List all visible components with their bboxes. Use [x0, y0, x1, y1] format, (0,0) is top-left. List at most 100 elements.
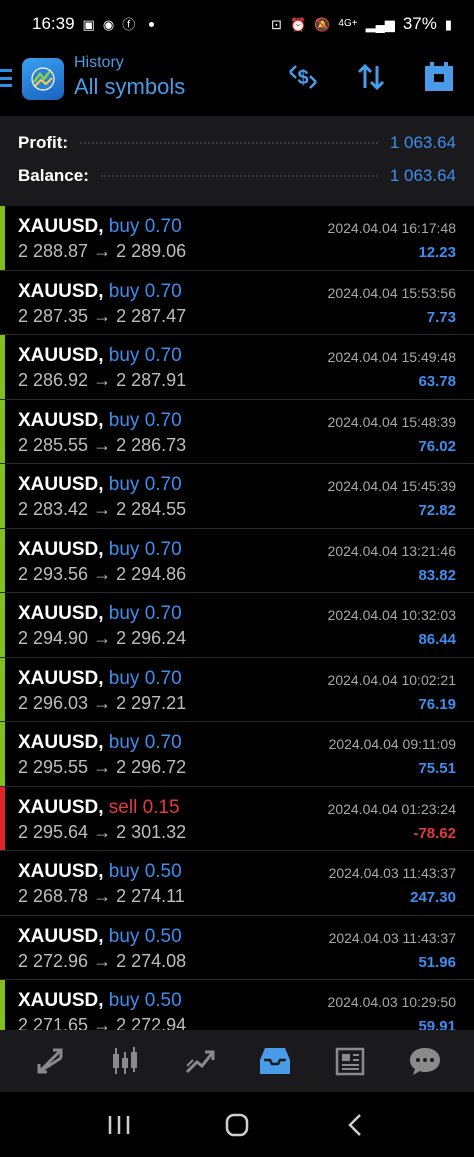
trade-row[interactable]: XAUUSD, buy 0.50 2 271.65 → 2 272.94 2024.…: [0, 980, 474, 1030]
trade-profit: 59.91: [418, 1018, 456, 1030]
trade-profit: 86.44: [418, 631, 456, 648]
trade-icon[interactable]: [180, 1041, 220, 1081]
trade-prices: 2 271.65 → 2 272.94: [18, 1015, 187, 1030]
trade-row[interactable]: XAUUSD, buy 0.70 2 283.42 → 2 284.55 2024.…: [0, 464, 474, 529]
balance-label: Balance:: [18, 166, 89, 185]
header-titles: History All symbols: [74, 54, 185, 100]
trade-time: 2024.04.03 11:43:37: [328, 865, 456, 881]
svg-text:$: $: [297, 67, 308, 89]
trade-prices: 2 286.92 → 2 287.91: [18, 370, 187, 390]
trade-row[interactable]: XAUUSD, buy 0.50 2 268.78 → 2 274.11 2024.…: [0, 851, 474, 916]
trade-symbol-text: XAUUSD,: [18, 990, 104, 1011]
trade-symbol-text: XAUUSD,: [18, 603, 104, 624]
trade-symbol: XAUUSD, buy 0.70: [18, 539, 182, 561]
trade-time: 2024.04.03 11:43:37: [328, 929, 456, 946]
trade-side-marker: [0, 399, 5, 463]
trade-prices: 2 296.03 → 2 297.21: [18, 692, 187, 713]
trade-row[interactable]: XAUUSD, buy 0.70 2 293.56 → 2 294.86 2024.…: [0, 528, 474, 593]
profit-label: Profit:: [18, 133, 69, 152]
chart-icon[interactable]: [105, 1041, 145, 1081]
trade-profit: 51.96: [418, 953, 456, 971]
trade-row[interactable]: XAUUSD, buy 0.70 2 285.55 → 2 286.73 2024.…: [0, 399, 474, 464]
trade-symbol: XAUUSD, buy 0.50: [18, 926, 182, 948]
history-icon[interactable]: [255, 1041, 295, 1081]
trade-history-list[interactable]: XAUUSD, buy 0.70 2 288.87 → 2 289.06 2024.…: [0, 206, 474, 1030]
trade-symbol: XAUUSD, buy 0.70: [18, 216, 182, 238]
trade-prices: 2 293.56 → 2 294.86: [18, 563, 187, 584]
trade-side-marker: [0, 916, 5, 980]
metatrader-logo-icon[interactable]: [22, 58, 64, 100]
trade-symbol-text: XAUUSD,: [18, 216, 104, 237]
trade-side-marker: [0, 593, 5, 657]
trade-symbol-text: XAUUSD,: [18, 474, 104, 495]
status-bar: 16:39 ▣ ◉ ⓕ ⊡ ⏰ 🔕 4G+ ▂▄▆ 37% ▮: [0, 0, 474, 48]
sort-icon[interactable]: [354, 60, 388, 94]
trade-symbol: XAUUSD, buy 0.70: [18, 603, 182, 625]
battery-icon: ▮: [444, 16, 452, 32]
trade-symbol-text: XAUUSD,: [18, 538, 104, 560]
trade-direction: buy 0.70: [108, 732, 182, 753]
calendar-icon[interactable]: [422, 60, 456, 94]
back-icon[interactable]: [335, 1105, 375, 1145]
trade-direction: buy 0.70: [108, 667, 182, 689]
news-icon[interactable]: [330, 1041, 370, 1081]
trade-row[interactable]: XAUUSD, buy 0.70 2 287.35 → 2 287.47 2024.…: [0, 270, 474, 335]
trade-direction: buy 0.50: [108, 925, 182, 947]
chat-icon[interactable]: [405, 1041, 445, 1081]
trade-side-marker: [0, 786, 5, 850]
trade-profit: 76.02: [418, 437, 456, 455]
trade-time: 2024.04.03 10:29:50: [327, 994, 456, 1010]
trade-direction: buy 0.70: [108, 474, 182, 495]
trade-row[interactable]: XAUUSD, buy 0.50 2 272.96 → 2 274.08 2024.…: [0, 915, 474, 980]
trade-direction: buy 0.50: [108, 861, 182, 882]
trade-prices: 2 268.78 → 2 274.11: [18, 886, 185, 906]
trade-side-marker: [0, 722, 5, 786]
trade-symbol-text: XAUUSD,: [18, 345, 104, 366]
trade-prices: 2 272.96 → 2 274.08: [18, 950, 187, 971]
trade-time: 2024.04.04 09:11:09: [328, 736, 456, 752]
alarm-icon: ⏰: [290, 16, 307, 32]
facebook-icon: ⓕ: [122, 16, 136, 32]
trade-time: 2024.04.04 15:45:39: [327, 478, 456, 494]
mute-icon: 🔕: [314, 16, 331, 32]
trade-side-marker: [0, 464, 5, 528]
trade-direction: sell 0.15: [108, 796, 180, 818]
trade-row[interactable]: XAUUSD, buy 0.70 2 296.03 → 2 297.21 2024.…: [0, 657, 474, 722]
trade-time: 2024.04.04 13:21:46: [327, 542, 456, 559]
trade-symbol-text: XAUUSD,: [18, 409, 104, 431]
profit-row: Profit: 1 063.64: [18, 130, 456, 156]
currency-exchange-icon[interactable]: $: [286, 60, 320, 94]
bottom-tab-bar: [0, 1030, 474, 1092]
trade-symbol: XAUUSD, buy 0.70: [18, 281, 182, 303]
trade-row[interactable]: XAUUSD, buy 0.70 2 295.55 → 2 296.72 2024.…: [0, 722, 474, 787]
trade-row[interactable]: XAUUSD, buy 0.70 2 286.92 → 2 287.91 2024.…: [0, 335, 474, 400]
trade-symbol: XAUUSD, sell 0.15: [18, 797, 180, 819]
trade-profit: 83.82: [418, 566, 456, 584]
trade-profit: -78.62: [413, 824, 456, 842]
trade-time: 2024.04.04 15:48:39: [327, 413, 456, 430]
recent-apps-icon[interactable]: [99, 1105, 139, 1145]
trade-prices: 2 285.55 → 2 286.73: [18, 434, 187, 455]
trade-symbol-text: XAUUSD,: [18, 861, 104, 882]
quotes-icon[interactable]: [30, 1041, 70, 1081]
trade-row[interactable]: XAUUSD, buy 0.70 2 288.87 → 2 289.06 2024.…: [0, 206, 474, 271]
trade-side-marker: [0, 206, 5, 270]
account-summary: Profit: 1 063.64 Balance: 1 063.64: [0, 116, 474, 206]
trade-symbol-text: XAUUSD,: [18, 280, 104, 302]
trade-side-marker: [0, 335, 5, 399]
home-icon[interactable]: [217, 1105, 257, 1145]
trade-profit: 72.82: [418, 502, 456, 519]
symbol-filter[interactable]: All symbols: [74, 74, 185, 100]
trade-time: 2024.04.04 10:02:21: [327, 671, 456, 688]
menu-icon[interactable]: [0, 69, 14, 87]
trade-prices: 2 295.64 → 2 301.32: [18, 821, 187, 842]
balance-dots: [100, 175, 378, 177]
signal-icon: ▂▄▆: [365, 16, 395, 32]
section-title: History: [74, 54, 124, 71]
trade-row[interactable]: XAUUSD, buy 0.70 2 294.90 → 2 296.24 2024.…: [0, 593, 474, 658]
trade-profit: 76.19: [418, 695, 456, 713]
notification-dot-icon: [149, 21, 155, 27]
trade-row[interactable]: XAUUSD, sell 0.15 2 295.64 → 2 301.32 2024…: [0, 786, 474, 851]
status-time: 16:39: [32, 14, 75, 33]
trade-side-marker: [0, 528, 5, 592]
